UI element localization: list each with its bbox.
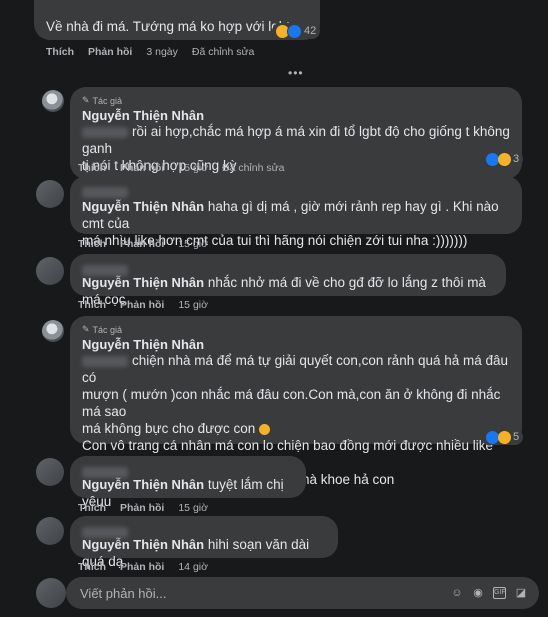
timestamp[interactable]: 15 giờ: [178, 238, 208, 250]
like-reaction-icon: [287, 23, 302, 39]
reply-button[interactable]: Phản hồi: [120, 238, 164, 250]
reply-button[interactable]: Phản hồi: [120, 162, 164, 174]
commenter-name[interactable]: Nguyễn Thiện Nhân: [82, 537, 204, 552]
reply-text: chiện nhà má để má tự giải quyết con,con…: [82, 353, 509, 385]
reply-button[interactable]: Phản hồi: [120, 561, 164, 573]
author-badge: ✎ Tác giả: [82, 95, 123, 106]
avatar[interactable]: [42, 320, 64, 342]
reply-bubble: Nguyễn Thiện Nhân haha gì dị má , giờ mớ…: [70, 176, 522, 248]
reaction-count: 5: [513, 431, 520, 443]
timestamp[interactable]: 3 ngày: [146, 46, 178, 58]
commenter-name[interactable]: Nguyễn Thiện Nhân: [82, 108, 510, 123]
timestamp[interactable]: 15 giờ: [178, 162, 208, 174]
reply-input-box: ☺ ◉ GIF ◪: [66, 577, 539, 609]
more-replies-icon[interactable]: •••: [288, 66, 304, 80]
like-button[interactable]: Thích: [46, 46, 74, 58]
reply-reactions[interactable]: 3: [481, 151, 524, 167]
sticker-icon[interactable]: ◪: [515, 587, 527, 599]
reply-text: má không bực cho được con: [82, 420, 510, 437]
edited-label: Đã chỉnh sửa: [222, 162, 285, 174]
reaction-count: 3: [513, 153, 520, 165]
like-button[interactable]: Thích: [78, 299, 106, 311]
smile-emoji-icon: [259, 424, 271, 435]
top-comment-reactions[interactable]: 42: [272, 23, 321, 39]
timestamp[interactable]: 15 giờ: [178, 502, 208, 514]
top-comment-actions: Thích Phản hồi 3 ngày Đã chỉnh sửa: [46, 46, 254, 58]
reply-button[interactable]: Phản hồi: [120, 502, 164, 514]
reply-input[interactable]: [78, 584, 442, 602]
emoji-icon[interactable]: ☺: [451, 587, 463, 599]
reaction-count: 42: [304, 25, 317, 37]
avatar[interactable]: [36, 257, 64, 285]
reply-reactions[interactable]: 5: [481, 429, 524, 445]
gif-icon[interactable]: GIF: [493, 587, 506, 599]
like-button[interactable]: Thích: [78, 238, 106, 250]
avatar[interactable]: [42, 90, 64, 112]
avatar[interactable]: [36, 458, 64, 486]
timestamp[interactable]: 15 giờ: [178, 299, 208, 311]
avatar[interactable]: [36, 180, 64, 208]
like-button[interactable]: Thích: [78, 502, 106, 514]
pencil-icon: ✎: [82, 324, 90, 334]
haha-reaction-icon: [498, 152, 511, 166]
avatar[interactable]: [36, 517, 64, 545]
camera-icon[interactable]: ◉: [472, 587, 484, 599]
reply-actions: Thích Phản hồi 15 giờ: [78, 238, 208, 250]
reply-text: Nguyễn Thiện Nhân haha gì dị má , giờ mớ…: [82, 199, 499, 231]
reply-button[interactable]: Phản hồi: [120, 299, 164, 311]
reply-text: mượn ( mướn )con nhắc má đâu con.Con mà,…: [82, 387, 501, 419]
reply-bubble: Nguyễn Thiện Nhân tuyệt lắm chị yêuu: [70, 456, 306, 509]
haha-reaction-icon: [498, 430, 511, 444]
reply-actions: Thích Phản hồi 15 giờ: [78, 502, 208, 514]
commenter-name[interactable]: Nguyễn Thiện Nhân: [82, 199, 204, 214]
reply-actions: Thích Phản hồi 14 giờ: [78, 561, 208, 573]
timestamp[interactable]: 14 giờ: [178, 561, 208, 573]
reply-actions: Thích Phản hồi 15 giờ Đã chỉnh sửa: [78, 162, 284, 174]
pencil-icon: ✎: [82, 95, 90, 105]
commenter-name[interactable]: Nguyễn Thiện Nhân: [82, 477, 204, 492]
reply-bubble: Nguyễn Thiện Nhân nhắc nhở má đi về cho …: [70, 254, 506, 307]
like-button[interactable]: Thích: [78, 561, 106, 573]
top-comment-text: Về nhà đi má. Tướng má ko hợp với lgbt: [46, 19, 290, 34]
like-button[interactable]: Thích: [78, 162, 106, 174]
commenter-name[interactable]: Nguyễn Thiện Nhân: [82, 275, 204, 290]
reply-text: rồi ai hợp,chắc má hợp á má xin đi tổ lg…: [82, 124, 510, 156]
reply-actions: Thích Phản hồi 15 giờ: [78, 299, 208, 311]
reply-button[interactable]: Phản hồi: [88, 46, 132, 58]
author-badge: ✎ Tác giả: [82, 324, 123, 335]
commenter-name[interactable]: Nguyễn Thiện Nhân: [82, 337, 510, 352]
current-user-avatar[interactable]: [36, 578, 66, 608]
reply-bubble: Nguyễn Thiện Nhân hihi soạn văn dài quá …: [70, 516, 338, 569]
edited-label: Đã chỉnh sửa: [191, 46, 255, 58]
reply-bubble: ✎ Tác giả Nguyễn Thiện Nhân chiện nhà má …: [70, 316, 522, 487]
